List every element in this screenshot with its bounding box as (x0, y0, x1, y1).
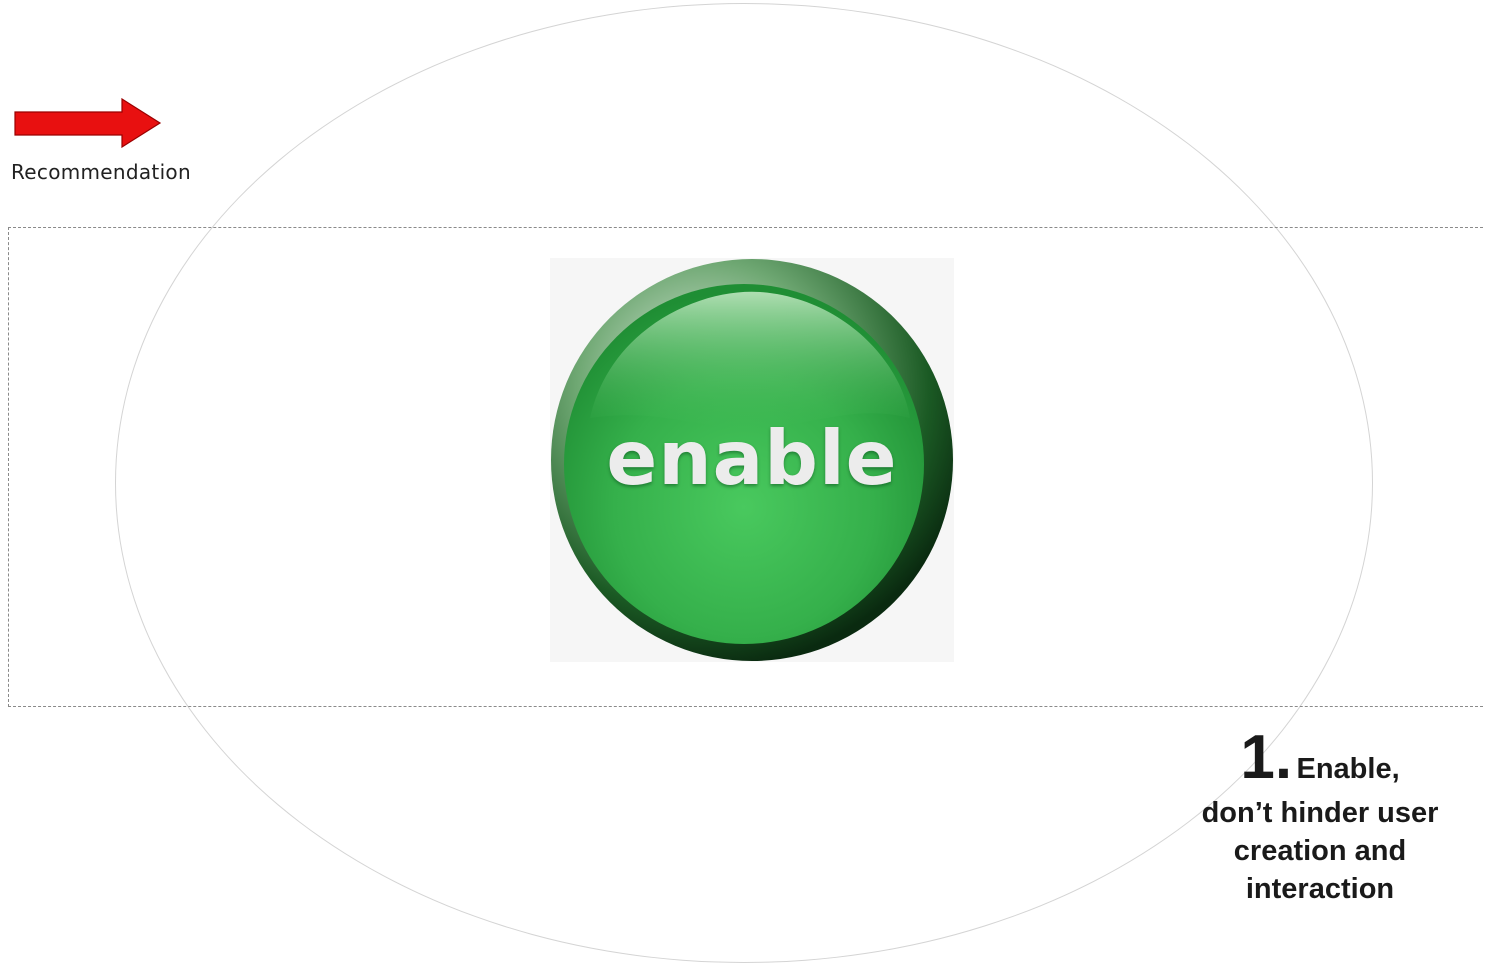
caption-number: 1. (1240, 723, 1293, 792)
enable-button[interactable] (550, 258, 954, 662)
recommendation-label: Recommendation (11, 160, 191, 184)
caption-first-line: Enable, (1296, 753, 1400, 785)
arrow-right-icon (14, 98, 162, 148)
recommendation-caption: 1. Enable, don’t hinder user creation an… (1160, 722, 1480, 908)
caption-body: don’t hinder user creation and interacti… (1201, 797, 1439, 905)
